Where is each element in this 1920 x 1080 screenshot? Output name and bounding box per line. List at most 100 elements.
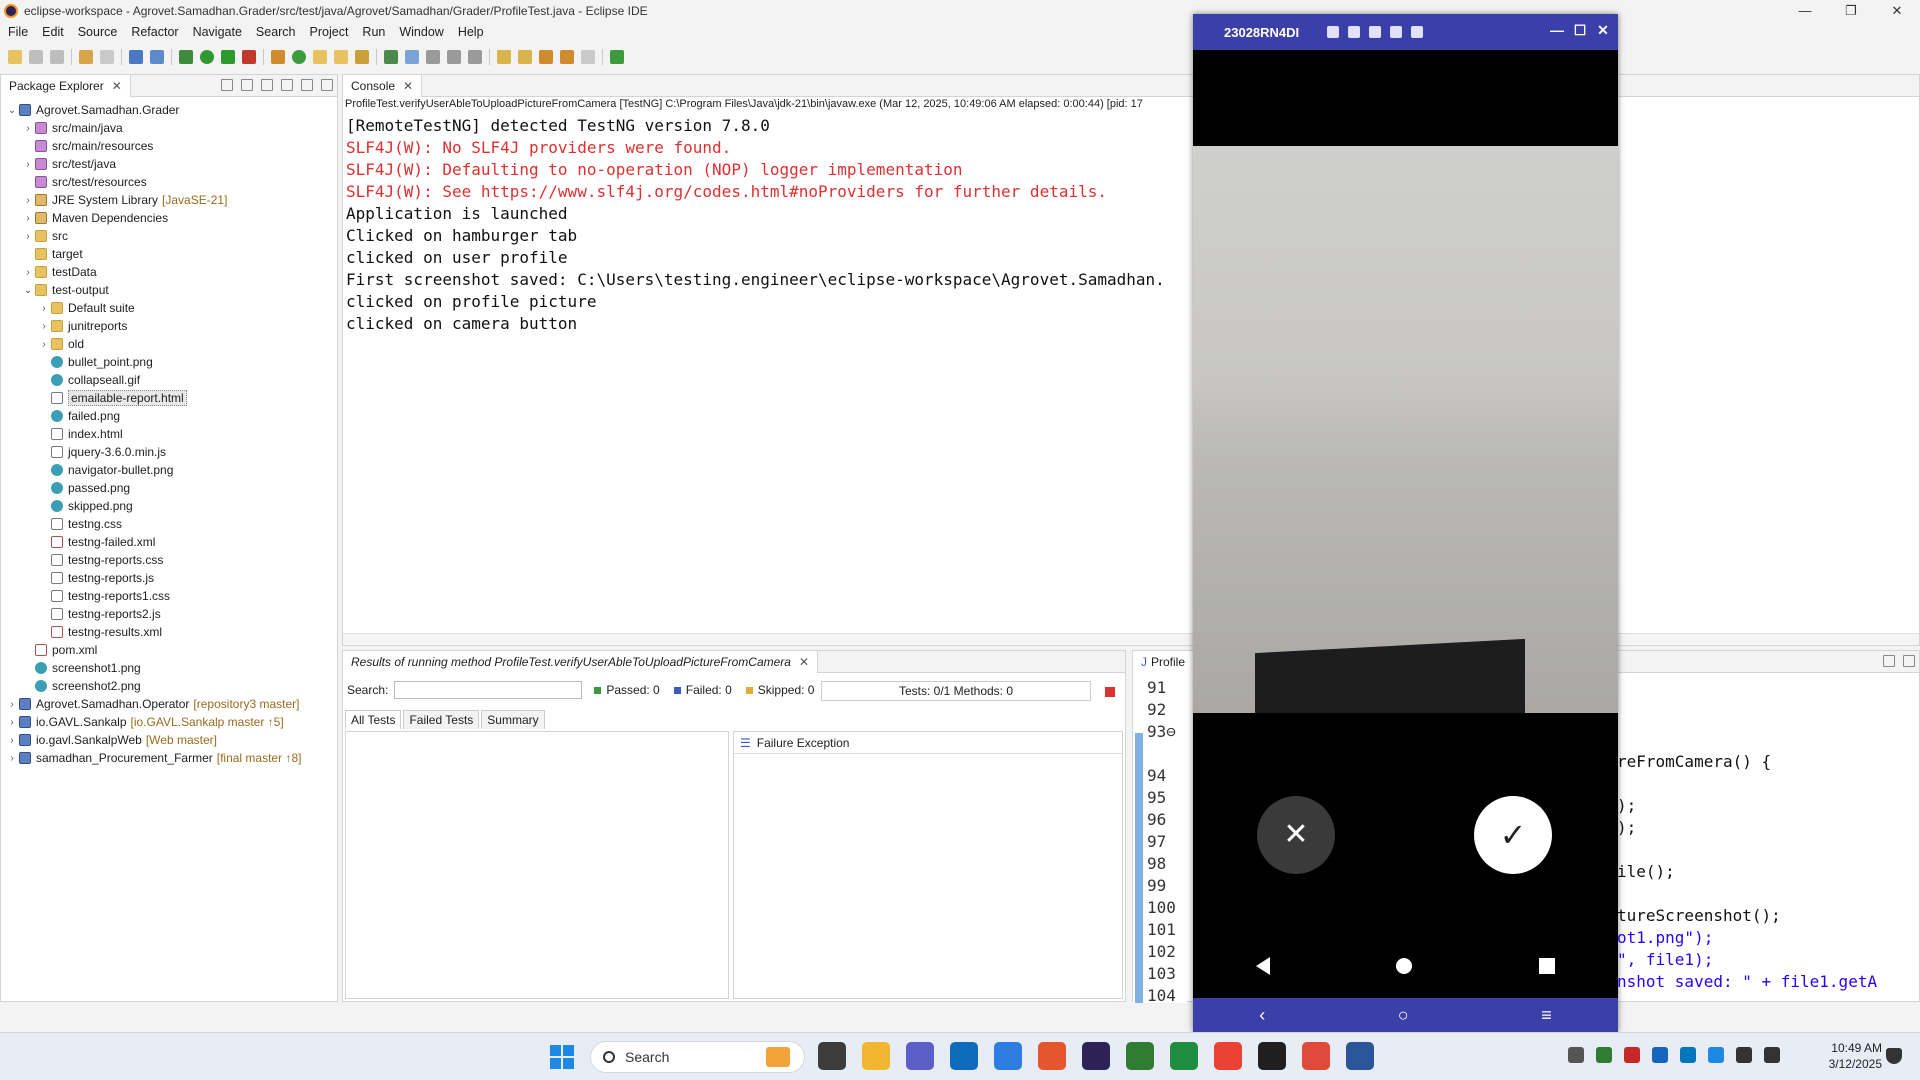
expand-icon[interactable]: › [21, 159, 35, 170]
save-icon[interactable] [29, 50, 43, 64]
search-input[interactable] [394, 681, 583, 699]
android-back-icon[interactable] [1256, 957, 1271, 975]
taskbar-app-icon[interactable] [818, 1042, 846, 1070]
tree-item[interactable]: index.html [1, 425, 337, 443]
expand-icon[interactable]: › [21, 231, 35, 242]
notification-icon[interactable] [1886, 1048, 1902, 1064]
maximize-view-icon[interactable] [1903, 655, 1915, 667]
settings-icon[interactable] [1411, 26, 1424, 38]
mirror-back-icon[interactable]: ‹ [1259, 1005, 1265, 1026]
tree-item[interactable]: testng-reports2.js [1, 605, 337, 623]
tab-package-explorer[interactable]: Package Explorer ✕ [1, 74, 131, 97]
taskbar-app-icon[interactable] [950, 1042, 978, 1070]
link-editor-icon[interactable] [241, 79, 253, 91]
taskbar-app-icon[interactable] [1126, 1042, 1154, 1070]
minimize-view-icon[interactable] [301, 79, 313, 91]
menu-file[interactable]: File [8, 25, 28, 39]
tray-app-icon[interactable] [1596, 1047, 1612, 1063]
menu-search[interactable]: Search [256, 25, 296, 39]
expand-icon[interactable]: › [21, 195, 35, 206]
maximize-button[interactable]: ❐ [1828, 0, 1874, 22]
maximize-view-icon[interactable] [321, 79, 333, 91]
onedrive-icon[interactable] [1708, 1047, 1724, 1063]
close-tab-icon[interactable]: ✕ [799, 655, 809, 669]
wifi-icon[interactable] [1736, 1047, 1752, 1063]
tab-console[interactable]: Console ✕ [343, 74, 423, 97]
tree-item[interactable]: src/main/resources [1, 137, 337, 155]
taskbar-search[interactable]: Search [590, 1041, 805, 1073]
close-tab-icon[interactable]: ✕ [403, 79, 413, 93]
code-text[interactable]: reFromCamera() {);); ile(); tureScreenshot… [1617, 751, 1877, 993]
tree-item[interactable]: › src [1, 227, 337, 245]
minimize-button[interactable]: — [1782, 0, 1828, 22]
taskbar-app-icon[interactable] [1170, 1042, 1198, 1070]
tree-item[interactable]: › testData [1, 263, 337, 281]
tree-item[interactable]: testng-reports.js [1, 569, 337, 587]
new-java-project-icon[interactable] [271, 50, 285, 64]
open-folder-icon[interactable] [334, 50, 348, 64]
taskbar-app-icon[interactable] [1038, 1042, 1066, 1070]
audio-icon[interactable] [1369, 26, 1382, 38]
highlight-icon[interactable] [405, 50, 419, 64]
tray-shield-icon[interactable] [1680, 1047, 1696, 1063]
tray-chevron-icon[interactable] [1568, 1047, 1584, 1063]
tab-summary[interactable]: Summary [481, 710, 545, 729]
menu-refactor[interactable]: Refactor [131, 25, 178, 39]
tab-profile-test[interactable]: J Profile [1133, 650, 1195, 673]
tree-item[interactable]: › src/main/java [1, 119, 337, 137]
taskbar-app-icon[interactable] [906, 1042, 934, 1070]
menu-run[interactable]: Run [362, 25, 385, 39]
tab-all-tests[interactable]: All Tests [345, 710, 402, 729]
tree-item[interactable]: screenshot2.png [1, 677, 337, 695]
last-edit-icon[interactable] [539, 50, 553, 64]
external-tools-icon[interactable] [242, 50, 256, 64]
tree-item[interactable]: bullet_point.png [1, 353, 337, 371]
search-tool-icon[interactable] [355, 50, 369, 64]
taskbar-app-icon[interactable] [1258, 1042, 1286, 1070]
tray-security-icon[interactable] [1624, 1047, 1640, 1063]
menu-source[interactable]: Source [78, 25, 118, 39]
tree-item[interactable]: emailable-report.html [1, 389, 337, 407]
taskbar-app-icon[interactable] [1346, 1042, 1374, 1070]
tree-item[interactable]: failed.png [1, 407, 337, 425]
tree-item[interactable]: ⌄ Agrovet.Samadhan.Grader [1, 101, 337, 119]
tree-item[interactable]: screenshot1.png [1, 659, 337, 677]
toggle-mark-icon[interactable] [426, 50, 440, 64]
windows-start-icon[interactable] [550, 1045, 574, 1069]
tree-item[interactable]: › JRE System Library [JavaSE-21] [1, 191, 337, 209]
phone-minimize-icon[interactable]: — [1550, 23, 1564, 37]
menu-project[interactable]: Project [310, 25, 349, 39]
collapse-all-icon[interactable] [221, 79, 233, 91]
tree-item[interactable]: › samadhan_Procurement_Farmer [final maste… [1, 749, 337, 767]
taskbar-app-icon[interactable] [1302, 1042, 1330, 1070]
tree-item[interactable]: skipped.png [1, 497, 337, 515]
tree-item[interactable]: testng.css [1, 515, 337, 533]
debug-icon[interactable] [179, 50, 193, 64]
android-home-icon[interactable] [1396, 958, 1413, 974]
new-class-icon[interactable] [292, 50, 306, 64]
phone-maximize-icon[interactable]: ☐ [1573, 23, 1587, 37]
coverage-icon[interactable] [221, 50, 235, 64]
expand-icon[interactable]: › [37, 339, 51, 350]
tab-testng-results[interactable]: Results of running method ProfileTest.ve… [343, 650, 819, 673]
phone-close-icon[interactable]: ✕ [1596, 23, 1610, 37]
run-icon[interactable] [200, 50, 214, 64]
menu-navigate[interactable]: Navigate [193, 25, 242, 39]
new-icon[interactable] [8, 50, 22, 64]
expand-icon[interactable]: › [37, 303, 51, 314]
menu-edit[interactable]: Edit [42, 25, 64, 39]
tab-failed-tests[interactable]: Failed Tests [403, 710, 480, 729]
tree-item[interactable]: testng-failed.xml [1, 533, 337, 551]
tree-item[interactable]: target [1, 245, 337, 263]
filter-icon[interactable] [261, 79, 273, 91]
undo-icon[interactable] [79, 50, 93, 64]
taskbar-app-icon[interactable] [862, 1042, 890, 1070]
record-icon[interactable] [1348, 26, 1361, 38]
horizontal-scrollbar[interactable] [343, 633, 1919, 645]
forward-icon[interactable] [581, 50, 595, 64]
discard-photo-button[interactable]: ✕ [1257, 796, 1335, 874]
tree-item[interactable]: › io.GAVL.Sankalp [io.GAVL.Sankalp master … [1, 713, 337, 731]
expand-icon[interactable]: › [5, 735, 19, 746]
tree-item[interactable]: navigator-bullet.png [1, 461, 337, 479]
pin-editor-icon[interactable] [610, 50, 624, 64]
